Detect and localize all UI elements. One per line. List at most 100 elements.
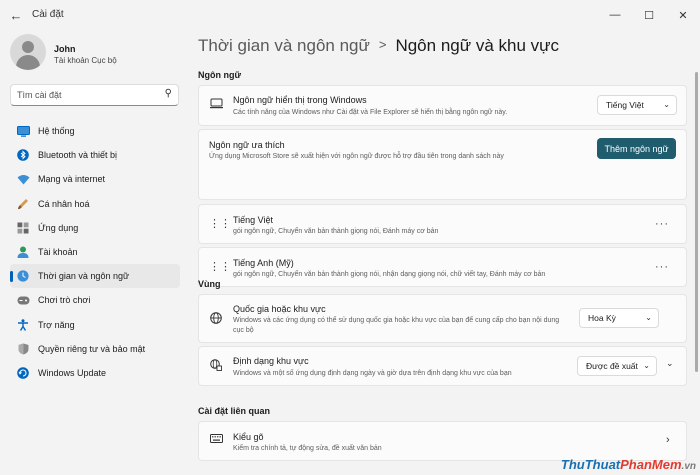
chevron-down-icon: ⌄ — [643, 361, 650, 370]
sidebar-item-time-language[interactable]: Thời gian và ngôn ngữ — [10, 264, 180, 289]
sidebar-item-label: Ứng dụng — [38, 222, 79, 233]
typing-card[interactable]: Kiểu gõ Kiểm tra chính tả, tự động sửa, … — [198, 421, 687, 461]
expand-chevron-icon[interactable]: ⌄ — [666, 358, 674, 369]
breadcrumb: Thời gian và ngôn ngữ > Ngôn ngữ và khu vự… — [198, 36, 559, 56]
sidebar-item-network[interactable]: Mạng và internet — [10, 167, 180, 191]
typing-title: Kiểu gõ — [233, 432, 264, 442]
bluetooth-icon — [16, 148, 30, 162]
watermark: ThuThuatPhanMem.vn — [561, 457, 696, 472]
display-language-dropdown[interactable]: Tiếng Việt ⌄ — [597, 95, 677, 115]
sidebar-item-apps[interactable]: Ứng dụng — [10, 216, 180, 240]
regional-format-dropdown[interactable]: Được đề xuất ⌄ — [577, 356, 657, 376]
sidebar-item-label: Cá nhân hoá — [38, 198, 90, 209]
sidebar-item-label: Bluetooth và thiết bị — [38, 150, 118, 161]
maximize-button[interactable]: ☐ — [632, 0, 666, 30]
search-icon[interactable]: ⚲ — [165, 88, 172, 99]
sidebar-item-bluetooth[interactable]: Bluetooth và thiết bị — [10, 143, 180, 167]
sidebar-item-label: Thời gian và ngôn ngữ — [38, 271, 129, 282]
sidebar-item-label: Chơi trò chơi — [38, 295, 91, 306]
language-name: Tiếng Việt — [233, 215, 274, 225]
close-button[interactable]: ✕ — [666, 0, 700, 30]
sidebar-item-label: Quyền riêng tư và bảo mật — [38, 343, 146, 354]
privacy-shield-icon — [16, 342, 30, 356]
time-language-icon — [16, 269, 30, 283]
sidebar-item-label: Windows Update — [38, 367, 107, 378]
network-icon — [16, 172, 30, 186]
main-content: Thời gian và ngôn ngữ > Ngôn ngữ và khu vự… — [188, 32, 700, 475]
country-region-title: Quốc gia hoặc khu vực — [233, 304, 326, 314]
more-options-icon[interactable]: ··· — [655, 261, 669, 273]
system-icon — [16, 124, 30, 138]
title-bar: ← Cài đặt — ☐ ✕ — [0, 0, 700, 32]
gaming-icon — [16, 293, 30, 307]
minimize-button[interactable]: — — [598, 0, 632, 30]
sidebar-item-accessibility[interactable]: Trợ năng — [10, 313, 180, 337]
account-type: Tài khoản Cục bộ — [54, 56, 117, 65]
scrollbar[interactable] — [695, 72, 698, 372]
user-name: John — [54, 44, 76, 54]
drag-handle-icon[interactable]: ⋮⋮ — [209, 217, 231, 230]
app-title: Cài đặt — [32, 9, 64, 20]
search-box[interactable]: ⚲ — [10, 84, 179, 106]
watermark-part: PhanMem — [620, 457, 682, 472]
add-language-button[interactable]: Thêm ngôn ngữ — [597, 138, 676, 159]
preferred-languages-card: Ngôn ngữ ưa thích Ứng dụng Microsoft Sto… — [198, 129, 687, 200]
sidebar-item-system[interactable]: Hệ thống — [10, 119, 180, 143]
sidebar: John Tài khoản Cục bộ ⚲ Hệ thống Bluetoo… — [0, 32, 188, 475]
sidebar-item-personalization[interactable]: Cá nhân hoá — [10, 192, 180, 216]
language-item-english[interactable]: ⋮⋮ Tiếng Anh (Mỹ) gói ngôn ngữ, Chuyển v… — [198, 247, 687, 287]
sidebar-item-windows-update[interactable]: Windows Update — [10, 361, 180, 385]
section-title-region: Vùng — [198, 279, 221, 289]
language-features: gói ngôn ngữ, Chuyển văn bản thành giọng… — [233, 271, 546, 278]
regional-format-title: Định dạng khu vực — [233, 356, 309, 366]
country-region-description: Windows và các ứng dụng có thể sử dụng q… — [233, 317, 560, 334]
avatar-body — [16, 55, 40, 70]
sidebar-nav: Hệ thống Bluetooth và thiết bị Mạng và i… — [10, 119, 180, 385]
sidebar-item-accounts[interactable]: Tài khoản — [10, 240, 180, 264]
windows-update-icon — [16, 366, 30, 380]
regional-format-description: Windows và một số ứng dụng định dạng ngà… — [233, 370, 512, 377]
watermark-part: .vn — [681, 461, 696, 472]
language-name: Tiếng Anh (Mỹ) — [233, 258, 294, 268]
more-options-icon[interactable]: ··· — [655, 218, 669, 230]
accessibility-icon — [16, 318, 30, 332]
avatar — [10, 34, 46, 70]
sidebar-item-label: Mạng và internet — [38, 174, 106, 185]
country-region-card: Quốc gia hoặc khu vực Windows và các ứng… — [198, 294, 687, 343]
dropdown-value: Hoa Kỳ — [588, 313, 616, 323]
personalization-icon — [16, 197, 30, 211]
section-title-language: Ngôn ngữ — [198, 70, 242, 80]
chevron-down-icon: ⌄ — [663, 100, 670, 109]
breadcrumb-parent[interactable]: Thời gian và ngôn ngữ — [198, 36, 370, 55]
language-features: gói ngôn ngữ, Chuyển văn bản thành giọng… — [233, 228, 439, 235]
drag-handle-icon[interactable]: ⋮⋮ — [209, 260, 231, 273]
regional-format-card: Định dạng khu vực Windows và một số ứng … — [198, 346, 687, 386]
sidebar-item-gaming[interactable]: Chơi trò chơi — [10, 288, 180, 312]
country-region-dropdown[interactable]: Hoa Kỳ ⌄ — [579, 308, 659, 328]
window-controls: — ☐ ✕ — [598, 0, 700, 30]
display-language-description: Các tính năng của Windows như Cài đặt và… — [233, 109, 508, 116]
dropdown-value: Được đề xuất — [586, 361, 638, 371]
chevron-down-icon: ⌄ — [645, 313, 652, 322]
section-title-related: Cài đặt liên quan — [198, 406, 271, 416]
breadcrumb-separator: > — [378, 37, 387, 52]
display-language-title: Ngôn ngữ hiển thị trong Windows — [233, 95, 367, 105]
preferred-languages-description: Ứng dụng Microsoft Store sẽ xuất hiện vớ… — [209, 153, 504, 160]
display-language-card: Ngôn ngữ hiển thị trong Windows Các tính… — [198, 85, 687, 126]
regional-format-icon — [209, 359, 223, 374]
sidebar-item-privacy[interactable]: Quyền riêng tư và bảo mật — [10, 337, 180, 361]
preferred-languages-title: Ngôn ngữ ưa thích — [209, 140, 285, 150]
monitor-icon — [209, 98, 223, 112]
typing-description: Kiểm tra chính tả, tự động sửa, đề xuất … — [233, 445, 382, 452]
search-input[interactable] — [17, 88, 157, 102]
accounts-icon — [16, 245, 30, 259]
sidebar-item-label: Tài khoản — [38, 247, 78, 258]
globe-icon — [209, 312, 223, 327]
sidebar-item-label: Trợ năng — [38, 319, 75, 330]
back-arrow-icon[interactable]: ← — [6, 6, 26, 26]
language-item-vietnamese[interactable]: ⋮⋮ Tiếng Việt gói ngôn ngữ, Chuyển văn b… — [198, 204, 687, 244]
keyboard-icon — [209, 434, 223, 446]
user-profile[interactable]: John Tài khoản Cục bộ — [10, 34, 180, 74]
apps-icon — [16, 221, 30, 235]
watermark-part: ThuThuat — [560, 457, 621, 472]
